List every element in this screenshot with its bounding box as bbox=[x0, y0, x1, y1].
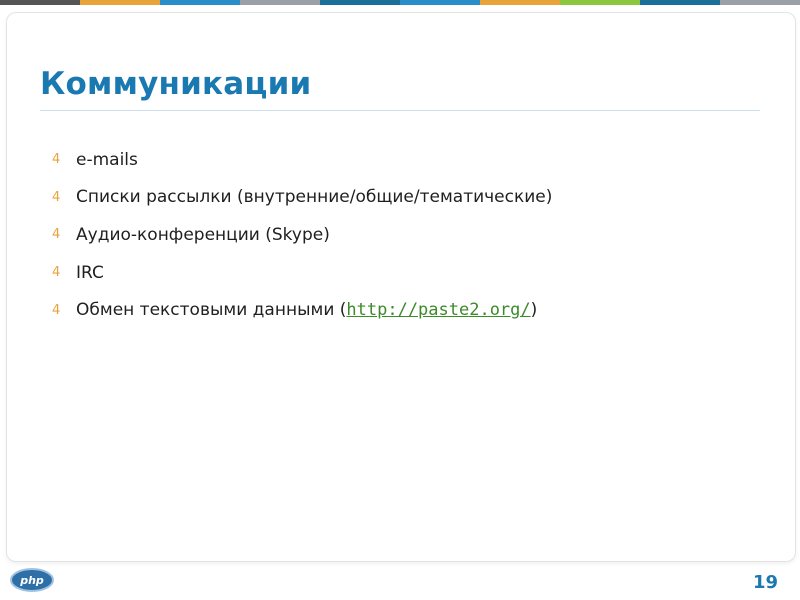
top-bar-segment bbox=[640, 0, 720, 5]
list-item: 4 Обмен текстовыми данными (http://paste… bbox=[52, 291, 772, 329]
slide: Коммуникации 4 e-mails 4 Списки рассылки… bbox=[0, 0, 800, 600]
slide-title: Коммуникации bbox=[40, 66, 312, 102]
bullet-text: Списки рассылки (внутренние/общие/темати… bbox=[76, 187, 553, 208]
top-bar-segment bbox=[160, 0, 240, 5]
list-item: 4 Аудио-конференции (Skype) bbox=[52, 216, 772, 254]
bullet-list: 4 e-mails 4 Списки рассылки (внутренние/… bbox=[52, 141, 772, 329]
bullet-text: e-mails bbox=[76, 149, 138, 170]
top-bar-segment bbox=[0, 0, 80, 5]
top-color-bar bbox=[0, 0, 800, 5]
paste2-link[interactable]: http://paste2.org/ bbox=[346, 300, 530, 320]
top-bar-segment bbox=[400, 0, 480, 5]
list-item: 4 Списки рассылки (внутренние/общие/тема… bbox=[52, 179, 772, 217]
top-bar-segment bbox=[560, 0, 640, 5]
php-logo-text: php bbox=[19, 574, 44, 587]
bullet-text: IRC bbox=[76, 262, 104, 283]
top-bar-segment bbox=[80, 0, 160, 5]
page-number: 19 bbox=[752, 572, 778, 593]
top-bar-segment bbox=[720, 0, 800, 5]
title-divider bbox=[40, 110, 760, 111]
bullet-text: Обмен текстовыми данными ( bbox=[76, 300, 347, 321]
arrow-bullet-icon: 4 bbox=[52, 152, 61, 168]
bullet-text: Аудио-конференции (Skype) bbox=[76, 224, 330, 245]
arrow-bullet-icon: 4 bbox=[52, 227, 61, 243]
list-item: 4 e-mails bbox=[52, 141, 772, 179]
bullet-text-suffix: ) bbox=[530, 300, 538, 321]
php-logo-icon: php bbox=[10, 568, 54, 592]
list-item: 4 IRC bbox=[52, 254, 772, 292]
arrow-bullet-icon: 4 bbox=[52, 265, 61, 281]
top-bar-segment bbox=[480, 0, 560, 5]
top-bar-segment bbox=[240, 0, 320, 5]
top-bar-segment bbox=[320, 0, 400, 5]
arrow-bullet-icon: 4 bbox=[52, 302, 61, 318]
arrow-bullet-icon: 4 bbox=[52, 189, 61, 205]
